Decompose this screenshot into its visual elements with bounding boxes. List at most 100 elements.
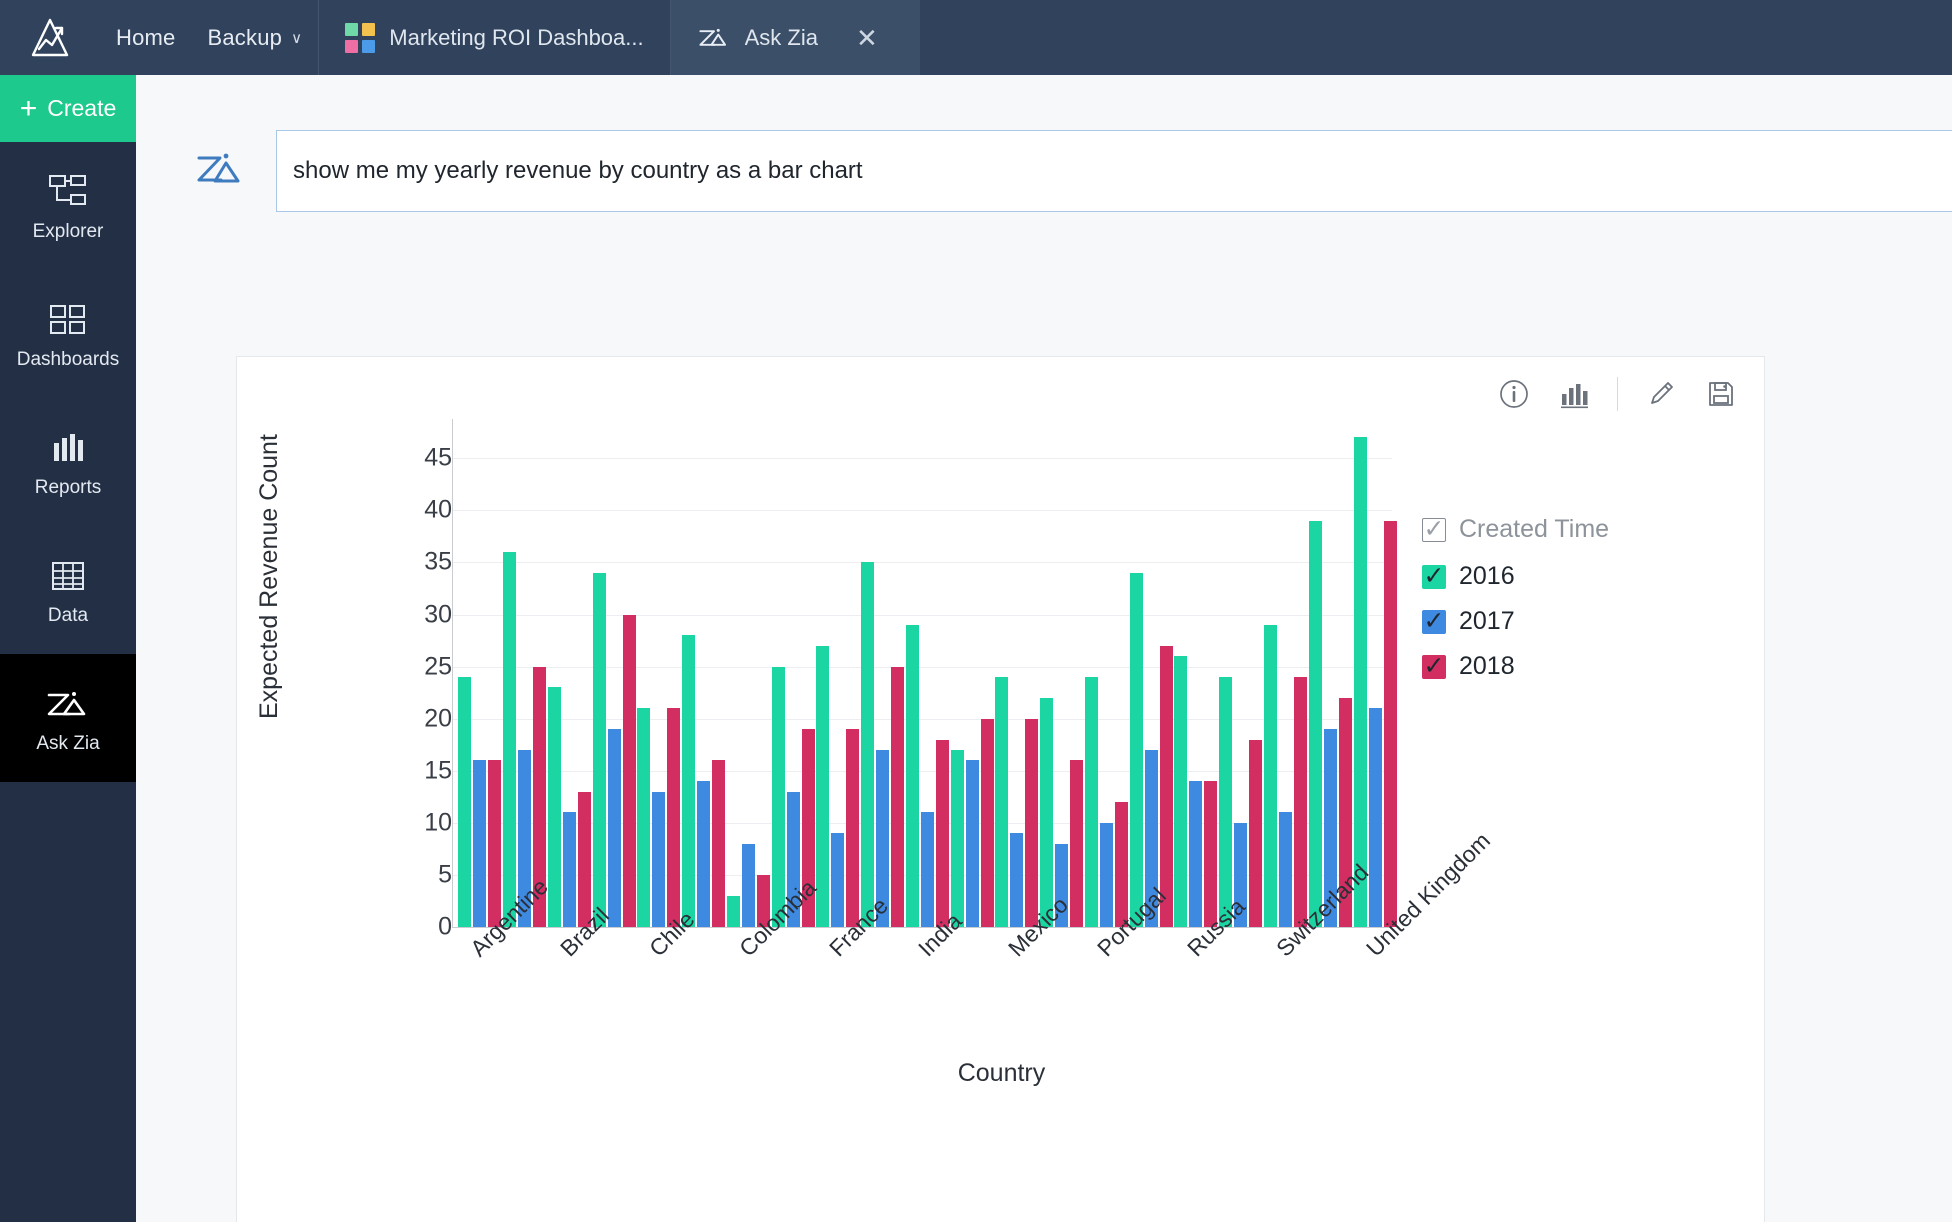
bar-group[interactable] [950, 718, 994, 927]
bar[interactable] [816, 645, 830, 927]
bar[interactable] [458, 677, 472, 927]
bar-group[interactable] [682, 635, 726, 927]
legend-checkbox[interactable]: ✓ [1422, 609, 1446, 634]
bar[interactable] [592, 572, 606, 927]
sidebar-item-dashboards[interactable]: Dashboards [0, 270, 136, 398]
sidebar-item-reports[interactable]: Reports [0, 398, 136, 526]
app-logo[interactable] [0, 0, 100, 75]
bar[interactable] [1129, 572, 1143, 927]
reports-bars-icon [48, 425, 88, 467]
tab-ask-zia[interactable]: Ask Zia ✕ [669, 0, 920, 75]
bar[interactable] [607, 729, 621, 927]
bar[interactable] [846, 729, 860, 927]
bar[interactable] [652, 791, 666, 927]
bar[interactable] [1249, 739, 1263, 927]
bar[interactable] [726, 895, 740, 927]
bar[interactable] [741, 843, 755, 927]
bar[interactable] [771, 666, 785, 927]
bar[interactable] [1189, 781, 1203, 927]
sidebar-item-ask-zia[interactable]: Ask Zia [0, 654, 136, 782]
bar[interactable] [622, 614, 636, 927]
bar[interactable] [697, 781, 711, 927]
bar-group[interactable] [1353, 437, 1397, 927]
bar-group[interactable] [547, 687, 591, 927]
save-disk-icon[interactable] [1704, 377, 1738, 411]
bar[interactable] [1353, 437, 1367, 927]
legend-title-row[interactable]: ✓ Created Time [1422, 515, 1662, 544]
bar-group[interactable] [1129, 572, 1173, 927]
bar[interactable] [1174, 656, 1188, 927]
legend-item[interactable]: ✓ 2016 [1422, 562, 1662, 591]
bar[interactable] [1204, 781, 1218, 927]
legend-item[interactable]: ✓ 2017 [1422, 607, 1662, 636]
bar[interactable] [905, 624, 919, 927]
nav-home[interactable]: Home [100, 0, 192, 75]
bar[interactable] [950, 749, 964, 927]
bar[interactable] [637, 708, 651, 927]
bar[interactable] [577, 791, 591, 927]
bar-group[interactable] [1219, 677, 1263, 927]
bar[interactable] [1099, 822, 1113, 927]
edit-pencil-icon[interactable] [1644, 377, 1678, 411]
bar[interactable] [1084, 677, 1098, 927]
bar-group[interactable] [816, 645, 860, 927]
bar-group[interactable] [637, 708, 681, 927]
bar[interactable] [1070, 760, 1084, 927]
bar[interactable] [1010, 833, 1024, 927]
legend-checkbox[interactable]: ✓ [1422, 564, 1446, 589]
bar[interactable] [503, 552, 517, 927]
bar[interactable] [1025, 718, 1039, 927]
bar[interactable] [861, 562, 875, 927]
bar[interactable] [473, 760, 487, 927]
sidebar-item-explorer[interactable]: Explorer [0, 142, 136, 270]
sidebar-item-data[interactable]: Data [0, 526, 136, 654]
bar-group[interactable] [861, 562, 905, 927]
legend-title-label: Created Time [1459, 515, 1610, 543]
bar[interactable] [920, 812, 934, 927]
bar[interactable] [995, 677, 1009, 927]
bar[interactable] [1308, 520, 1322, 927]
bar[interactable] [1278, 812, 1292, 927]
legend-title-checkbox[interactable]: ✓ [1422, 517, 1446, 542]
bar[interactable] [1040, 697, 1054, 927]
bar[interactable] [935, 739, 949, 927]
bar[interactable] [667, 708, 681, 927]
y-axis-tick: 20 [424, 704, 452, 733]
bar[interactable] [562, 812, 576, 927]
bar[interactable] [965, 760, 979, 927]
bar-group[interactable] [905, 624, 949, 927]
create-button[interactable]: + Create [0, 75, 136, 142]
bar[interactable] [1383, 520, 1397, 927]
bar-group[interactable] [503, 552, 547, 927]
bar[interactable] [1219, 677, 1233, 927]
chart-type-icon[interactable] [1557, 377, 1591, 411]
bar[interactable] [1159, 645, 1173, 927]
bar[interactable] [488, 760, 502, 927]
ask-zia-search-input[interactable] [276, 130, 1952, 212]
bar[interactable] [980, 718, 994, 927]
info-icon[interactable] [1497, 377, 1531, 411]
bar[interactable] [891, 666, 905, 927]
bar-group[interactable] [1263, 624, 1307, 927]
bar[interactable] [682, 635, 696, 927]
legend-item[interactable]: ✓ 2018 [1422, 652, 1662, 681]
bar-group[interactable] [1084, 677, 1128, 927]
bar[interactable] [712, 760, 726, 927]
close-icon[interactable]: ✕ [856, 25, 878, 51]
create-button-label: Create [47, 95, 117, 121]
tab-marketing-roi-dashboard[interactable]: Marketing ROI Dashboa... [318, 0, 669, 75]
bar[interactable] [1368, 708, 1382, 927]
bar[interactable] [1263, 624, 1277, 927]
bar-group[interactable] [995, 677, 1039, 927]
bar-group[interactable] [1174, 656, 1218, 927]
legend-checkbox[interactable]: ✓ [1422, 654, 1446, 679]
bar[interactable] [831, 833, 845, 927]
bar-group[interactable] [592, 572, 636, 927]
bar-group[interactable] [1308, 520, 1352, 927]
y-axis-title: Expected Revenue Count [255, 434, 283, 719]
bar-group[interactable] [458, 677, 502, 927]
ask-zia-page: Home Backup ∨ Marketing ROI Dashboa... A… [0, 0, 1952, 1222]
bar[interactable] [1293, 677, 1307, 927]
bar-group[interactable] [1040, 697, 1084, 927]
nav-backup[interactable]: Backup ∨ [192, 0, 319, 75]
